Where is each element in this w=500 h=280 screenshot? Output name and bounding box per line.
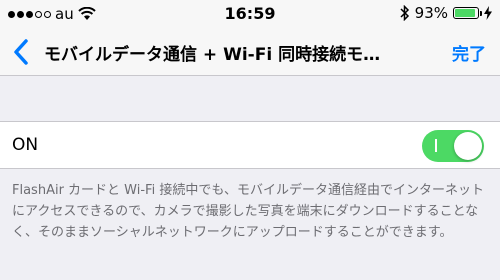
chevron-left-icon[interactable] (10, 37, 36, 67)
toggle-on-mark-icon (435, 139, 437, 152)
status-bar: au 16:59 93% (0, 0, 500, 28)
page-title: モバイルデータ通信 + Wi-Fi 同時接続モ… (44, 45, 381, 65)
setting-label: ON (12, 135, 39, 155)
done-button[interactable]: 完了 (452, 40, 486, 65)
charging-icon (484, 6, 492, 20)
on-toggle-switch[interactable] (422, 130, 484, 162)
setting-description: FlashAir カードと Wi-Fi 接続中でも、モバイルデータ通信経由でイン… (12, 183, 484, 240)
setting-cell-on: ON (0, 121, 500, 169)
status-bar-right: 93% (400, 4, 492, 22)
toggle-knob[interactable] (454, 132, 482, 160)
navigation-bar: モバイルデータ通信 + Wi-Fi 同時接続モ… 完了 (0, 28, 500, 76)
bluetooth-icon (400, 5, 409, 21)
battery-percent: 93% (414, 4, 448, 22)
battery-icon (453, 7, 482, 19)
